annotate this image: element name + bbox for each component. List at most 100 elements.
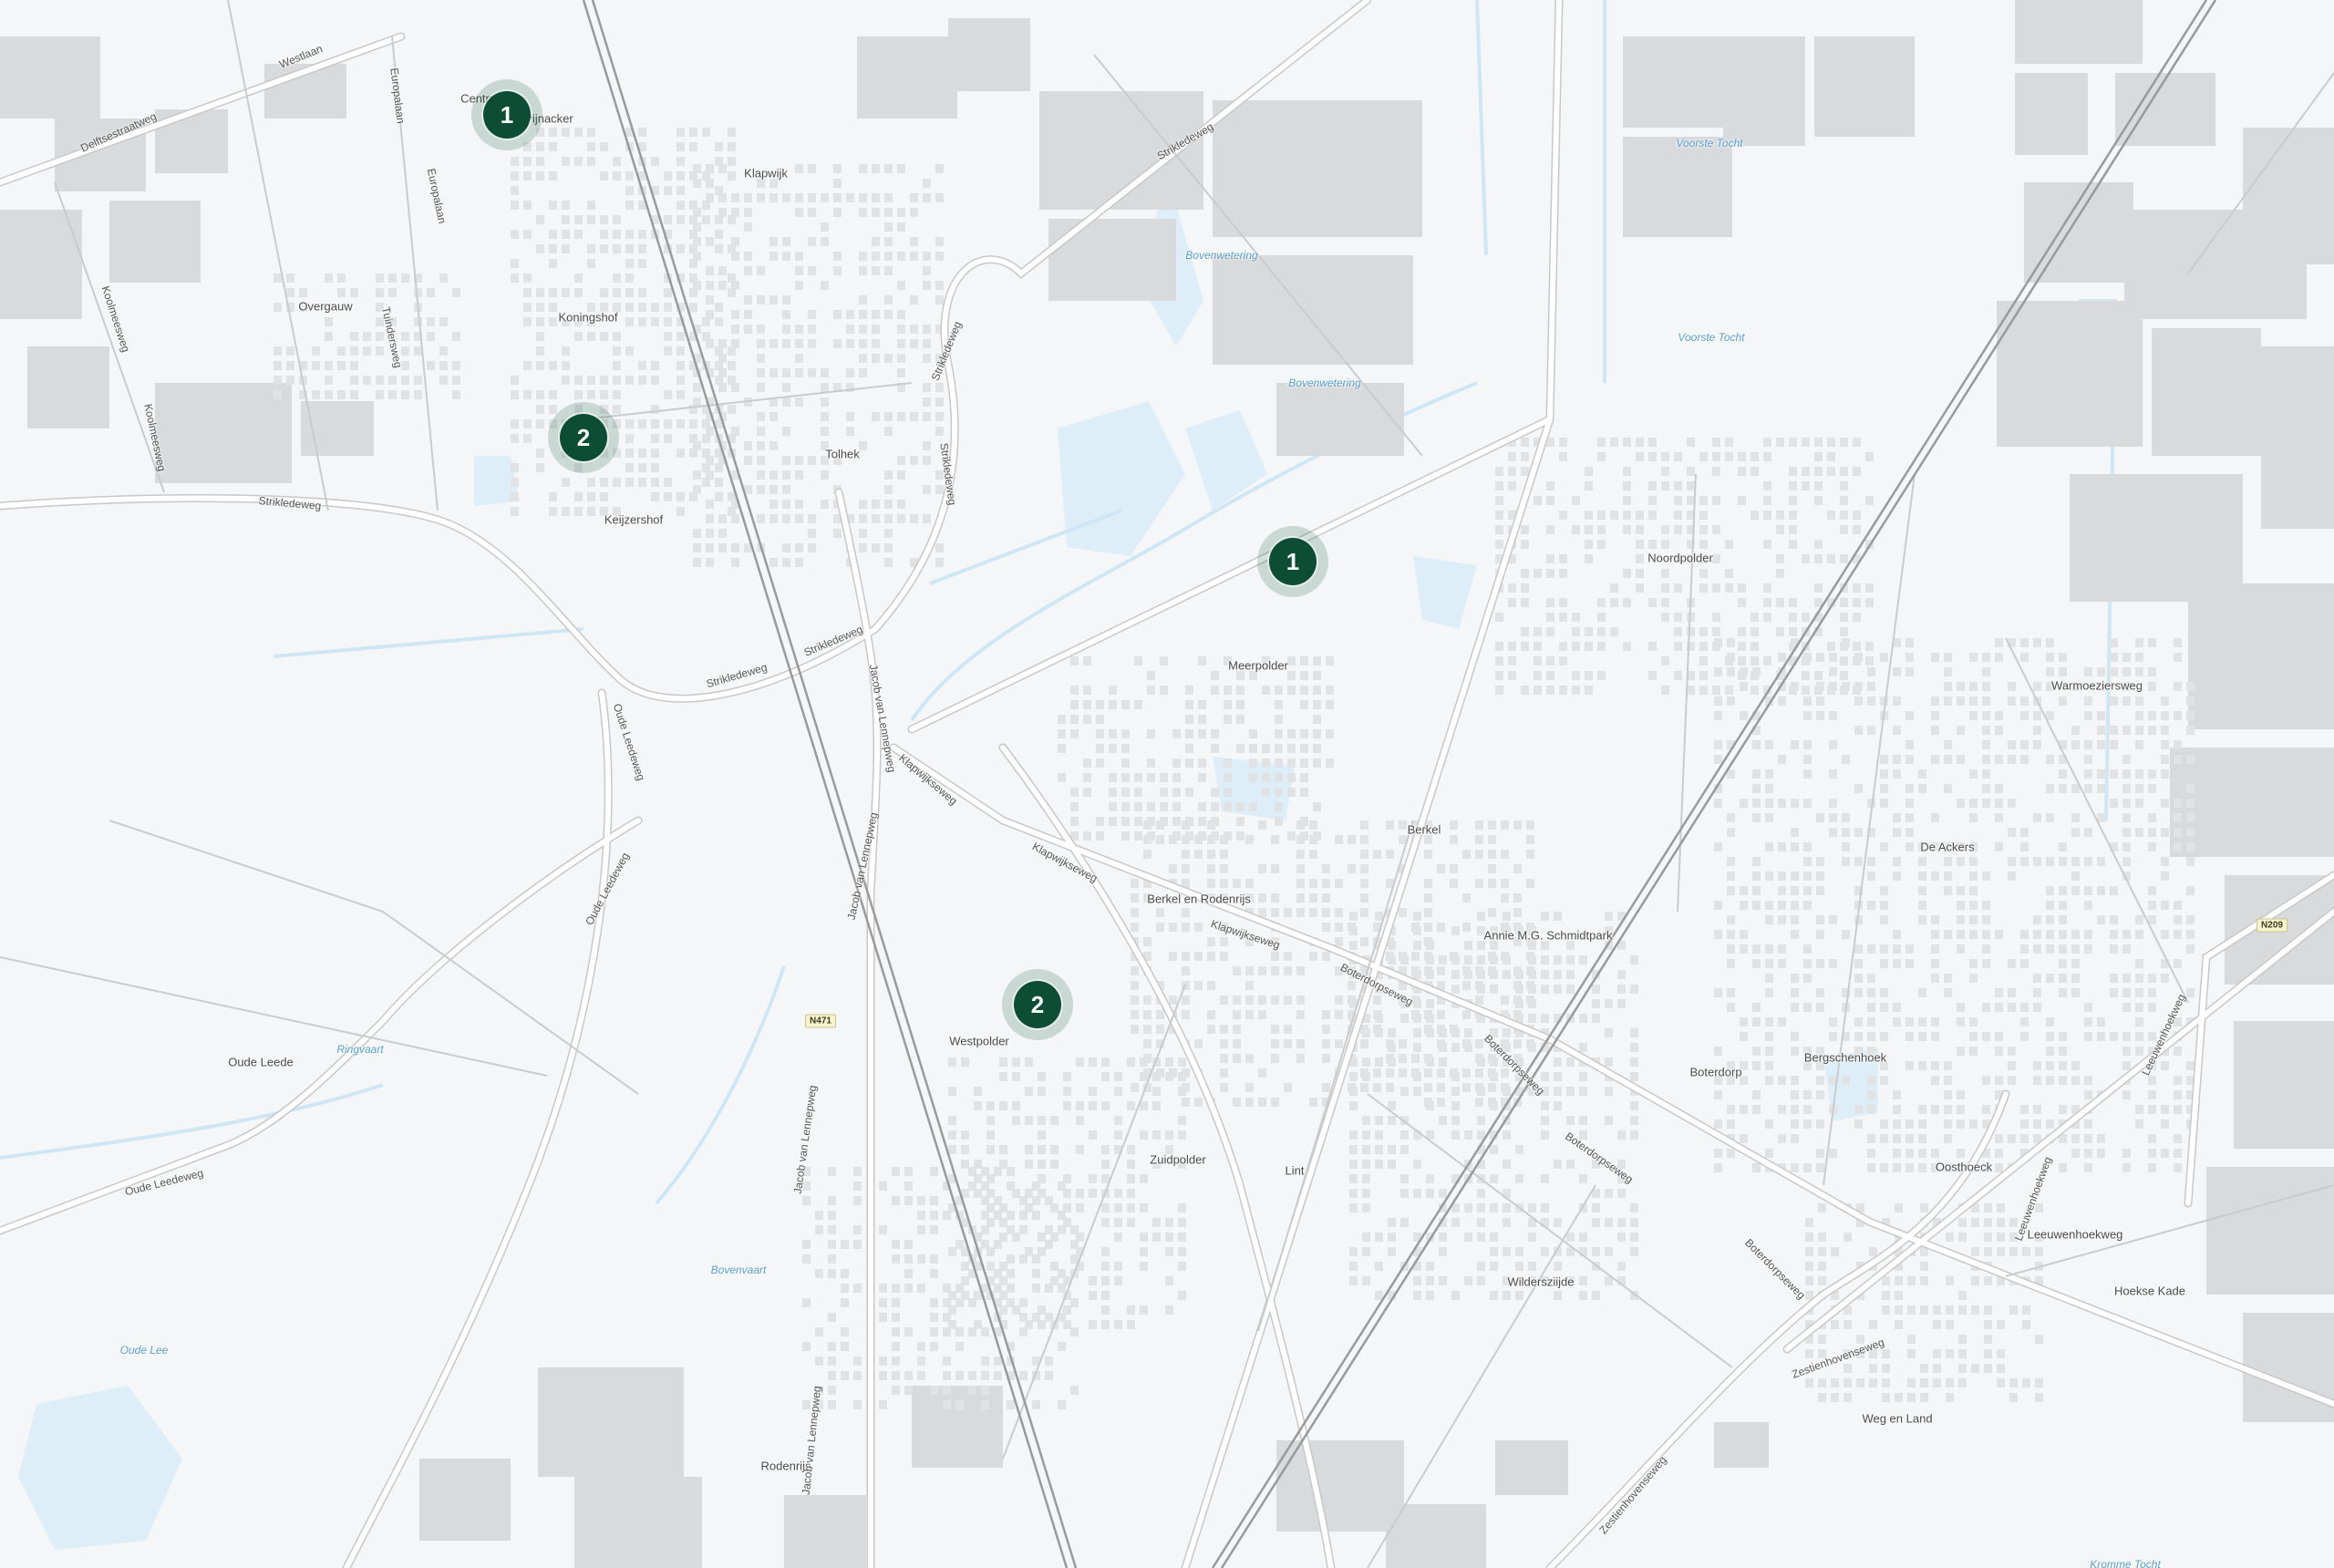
house (2009, 1233, 2018, 1242)
house (782, 514, 790, 523)
house (892, 1342, 900, 1351)
cluster-marker[interactable]: 2 (548, 402, 619, 473)
house (1475, 835, 1483, 844)
house (2122, 682, 2131, 691)
house (1156, 820, 1164, 830)
house (917, 1196, 925, 1205)
house (1534, 569, 1542, 578)
house (1699, 686, 1708, 695)
house (414, 317, 422, 326)
house (1853, 642, 1861, 651)
house (1617, 1218, 1626, 1227)
house (757, 339, 765, 348)
house (1528, 1043, 1536, 1052)
house (769, 500, 778, 509)
house (1207, 937, 1215, 946)
house (1803, 1047, 1812, 1056)
house (1019, 1313, 1028, 1322)
house (1521, 686, 1529, 695)
house (1617, 1189, 1626, 1198)
house (1182, 952, 1190, 961)
house (1623, 569, 1631, 578)
house (2084, 944, 2092, 954)
house (1058, 1400, 1066, 1409)
house (828, 1211, 836, 1220)
house (1818, 1247, 1826, 1256)
house (1880, 901, 1888, 910)
house (1969, 696, 1978, 706)
house (1969, 959, 1978, 968)
house (286, 288, 294, 297)
building-block (857, 36, 957, 119)
house (1275, 715, 1283, 724)
house (1597, 511, 1606, 520)
house (2135, 769, 2143, 779)
house (2084, 755, 2092, 764)
cluster-marker[interactable]: 1 (471, 79, 542, 150)
house (1194, 1039, 1203, 1048)
house (872, 500, 880, 509)
house (1727, 988, 1735, 997)
house (2097, 1134, 2105, 1143)
house (2186, 944, 2195, 954)
house (2097, 740, 2105, 749)
house (1488, 908, 1496, 917)
house (693, 222, 701, 232)
house (1605, 912, 1613, 921)
house (1309, 908, 1317, 917)
house (1313, 700, 1321, 709)
house (1727, 1119, 1735, 1129)
house (795, 456, 803, 465)
house (1969, 842, 1978, 851)
house (452, 376, 460, 385)
house (994, 1196, 1002, 1205)
house (1714, 638, 1722, 647)
house (2148, 1163, 2156, 1172)
house (511, 157, 519, 166)
house (1944, 1061, 1952, 1070)
house (376, 288, 384, 297)
house (904, 1240, 913, 1249)
house (1843, 1364, 1852, 1373)
house (1853, 598, 1861, 607)
house (1995, 1149, 2003, 1158)
house (981, 1327, 989, 1336)
house (1296, 1039, 1305, 1048)
cluster-marker[interactable]: 1 (1257, 526, 1328, 597)
house (1109, 729, 1117, 738)
house (892, 1313, 900, 1322)
house (1712, 452, 1720, 461)
building-block (2070, 474, 2243, 602)
house (1957, 944, 1965, 954)
house (1521, 540, 1529, 549)
house (744, 441, 752, 450)
house (562, 317, 570, 326)
house (1490, 1028, 1498, 1037)
house (1958, 1218, 1967, 1227)
house (1089, 1174, 1097, 1183)
house (1727, 696, 1735, 706)
house (2033, 1003, 2041, 1012)
house (821, 193, 829, 202)
house (2122, 1003, 2131, 1012)
house (511, 273, 519, 283)
house (1765, 959, 1773, 968)
house (286, 376, 294, 385)
house (1019, 1371, 1028, 1380)
house (821, 368, 829, 377)
house (689, 303, 697, 312)
house (2161, 828, 2169, 837)
house (769, 485, 778, 494)
house (1854, 988, 1863, 997)
house (587, 317, 595, 326)
house (2033, 1076, 2041, 1085)
map-canvas[interactable]: Centrum Pijnacker Klapwijk Koningshof Overga… (0, 0, 2334, 1568)
house (1840, 511, 1848, 520)
house (2035, 1393, 2043, 1402)
house (769, 237, 778, 246)
house (1362, 1160, 1370, 1169)
house (325, 390, 333, 399)
house (1984, 1349, 1992, 1358)
house (2059, 857, 2067, 866)
cluster-marker[interactable]: 2 (1002, 969, 1073, 1040)
